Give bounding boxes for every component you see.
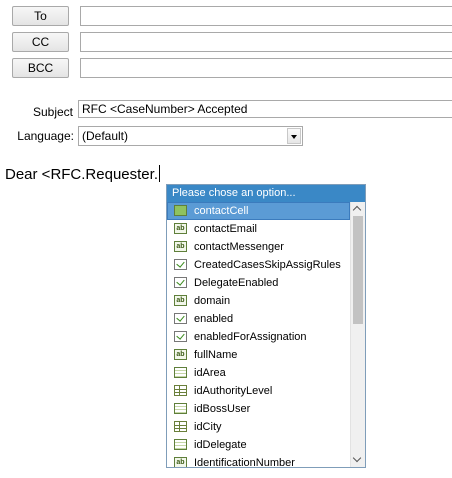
table-icon [174,385,187,396]
subject-label: Subject [32,105,73,119]
text-field-icon: ab [174,241,187,252]
autocomplete-list: contactCell ab contactEmail ab contactMessen… [167,202,350,467]
number-field-icon [174,439,187,450]
autocomplete-item-label: enabledForAssignation [194,331,307,343]
autocomplete-item[interactable]: idArea [167,364,350,382]
text-field-icon: ab [174,223,187,234]
to-field[interactable] [80,6,452,26]
subject-input[interactable]: RFC <CaseNumber> Accepted [78,100,452,118]
autocomplete-item-label: contactCell [194,205,249,217]
autocomplete-item-label: contactMessenger [194,241,284,253]
autocomplete-item-label: CreatedCasesSkipAssigRules [194,259,341,271]
message-body[interactable]: Dear <RFC.Requester. [5,165,160,184]
autocomplete-item[interactable]: ab domain [167,292,350,310]
autocomplete-item[interactable]: idBossUser [167,400,350,418]
cc-button[interactable]: CC [12,32,69,52]
autocomplete-item[interactable]: idAuthorityLevel [167,382,350,400]
autocomplete-item-label: idAuthorityLevel [194,385,273,397]
autocomplete-item[interactable]: CreatedCasesSkipAssigRules [167,256,350,274]
bcc-button[interactable]: BCC [12,58,69,78]
autocomplete-item[interactable]: contactCell [167,202,350,220]
autocomplete-item[interactable]: ab contactEmail [167,220,350,238]
scroll-thumb[interactable] [353,216,363,324]
text-field-icon: ab [174,295,187,306]
checkbox-icon [174,277,187,288]
table-icon [174,421,187,432]
bcc-field[interactable] [80,58,452,78]
autocomplete-item-label: IdentificationNumber [194,457,295,467]
autocomplete-item-label: DelegateEnabled [194,277,279,289]
autocomplete-item[interactable]: ab contactMessenger [167,238,350,256]
autocomplete-item-label: domain [194,295,231,307]
autocomplete-item[interactable]: enabled [167,310,350,328]
autocomplete-item-label: idArea [194,367,226,379]
autocomplete-item[interactable]: idDelegate [167,436,350,454]
autocomplete-header: Please chose an option... [167,185,365,202]
language-select-value: (Default) [82,129,129,143]
autocomplete-item[interactable]: enabledForAssignation [167,328,350,346]
autocomplete-item[interactable]: DelegateEnabled [167,274,350,292]
message-body-text: Dear <RFC.Requester. [5,166,158,183]
autocomplete-item-label: idDelegate [194,439,247,451]
green-field-icon [174,205,187,216]
autocomplete-scrollbar[interactable] [350,202,365,467]
scroll-up-icon[interactable] [351,202,365,216]
language-label: Language: [17,129,74,143]
text-field-icon: ab [174,457,187,467]
autocomplete-item-label: contactEmail [194,223,257,235]
language-select[interactable]: (Default) [78,126,303,146]
autocomplete-item[interactable]: idCity [167,418,350,436]
text-caret [158,165,160,182]
chevron-down-icon[interactable] [287,128,301,144]
number-field-icon [174,367,187,378]
number-field-icon [174,403,187,414]
autocomplete-item-label: fullName [194,349,238,361]
autocomplete-item-label: enabled [194,313,234,325]
autocomplete-item-label: idCity [194,421,222,433]
checkbox-icon [174,313,187,324]
cc-field[interactable] [80,32,452,52]
autocomplete-item[interactable]: ab IdentificationNumber [167,454,350,467]
checkbox-icon [174,331,187,342]
to-button[interactable]: To [12,6,69,26]
scroll-down-icon[interactable] [351,453,365,467]
autocomplete-item[interactable]: ab fullName [167,346,350,364]
autocomplete-item-label: idBossUser [194,403,251,415]
autocomplete-popup: Please chose an option... contactCell ab c… [166,184,366,468]
checkbox-icon [174,259,187,270]
text-field-icon: ab [174,349,187,360]
